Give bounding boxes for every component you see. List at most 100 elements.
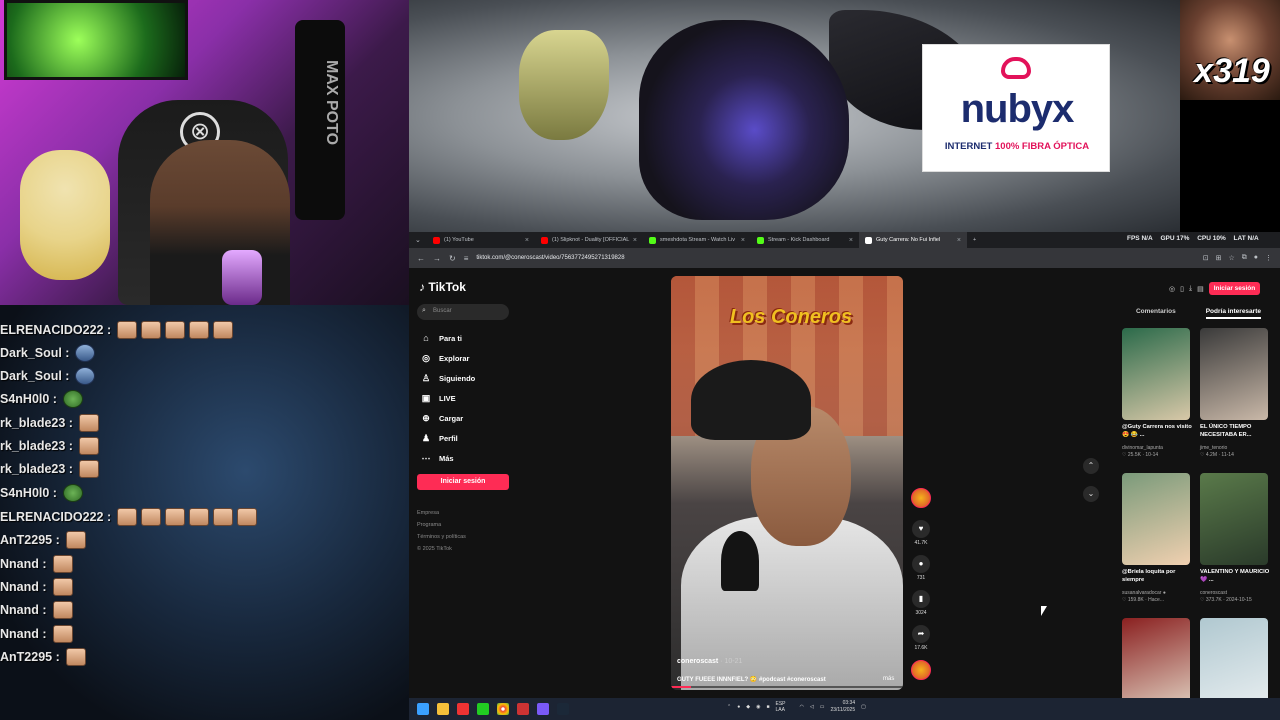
save-button[interactable]: ▮ 3024: [907, 590, 935, 616]
share-button[interactable]: ➦ 17.6K: [907, 625, 935, 651]
comment-button[interactable]: ● 731: [907, 555, 935, 581]
suggested-thumbnail[interactable]: [1200, 473, 1268, 565]
like-button[interactable]: ♥ 41.7K: [907, 520, 935, 546]
install-icon[interactable]: ⊡: [1203, 254, 1209, 262]
back-icon[interactable]: ←: [417, 254, 425, 263]
nav-item[interactable]: ⋯ Más: [421, 453, 454, 464]
media-player-icon[interactable]: [477, 703, 489, 715]
bookmark-star-icon[interactable]: ☆: [1228, 254, 1234, 262]
nav-item[interactable]: ♟ Perfil: [421, 433, 458, 444]
chat-emote: [213, 508, 234, 526]
suggested-thumbnail[interactable]: [1122, 618, 1190, 710]
login-button[interactable]: Iniciar sesión: [417, 474, 509, 490]
meme-overlay: x319: [1180, 0, 1280, 100]
footer-link[interactable]: Términos y políticas: [417, 534, 466, 540]
chat-emote: [52, 601, 73, 619]
browser-tab[interactable]: Stream - Kick Dashboard ×: [751, 232, 859, 248]
suggested-title[interactable]: @Guty Carrera nos visito 😍 😂 ...: [1122, 424, 1192, 439]
menu-icon[interactable]: ⋮: [1265, 254, 1272, 262]
chat-username: Nnand :: [0, 603, 47, 617]
download-icon[interactable]: ⤓: [1189, 285, 1192, 293]
suggested-thumbnail[interactable]: [1200, 618, 1268, 710]
suggested-title[interactable]: EL ÚNICO TIEMPO NECESITABA ER...: [1200, 424, 1270, 439]
forward-icon[interactable]: →: [433, 254, 441, 263]
tray-icon-3[interactable]: ◉: [756, 704, 760, 710]
reload-icon[interactable]: ↻: [449, 254, 456, 263]
tray-language[interactable]: ESP LAA: [776, 701, 794, 713]
tiktok-logo[interactable]: ♪ TikTok: [419, 280, 466, 294]
battery-icon[interactable]: ▭: [820, 704, 825, 710]
chat-emote: [117, 321, 138, 339]
site-info-icon[interactable]: ≡: [464, 254, 469, 263]
footer-link[interactable]: Empresa: [417, 510, 439, 516]
browser-tab[interactable]: (1) Slipknot - Duality [OFFICIAL ×: [535, 232, 643, 248]
browser-tab[interactable]: smeshdota Stream - Watch Liv ×: [643, 232, 751, 248]
coins-icon[interactable]: ◎: [1169, 285, 1175, 293]
previous-video-button[interactable]: ⌃: [1083, 458, 1099, 474]
suggested-title[interactable]: VALENTINO Y MAURICIO 💜 ...: [1200, 569, 1270, 584]
clock[interactable]: 03:34 23/11/2025: [830, 700, 855, 713]
video-player[interactable]: Los Coneros coneroscast · 10-21 GUTY FUE…: [671, 276, 903, 690]
start-icon[interactable]: [417, 703, 429, 715]
tray-chevron-icon[interactable]: ⌃: [727, 704, 731, 710]
nav-item[interactable]: ⊕ Cargar: [421, 413, 463, 424]
url-field[interactable]: tiktok.com/@coneroscast/video/7563772495…: [476, 255, 624, 261]
discord-icon[interactable]: [537, 703, 549, 715]
search-placeholder: Buscar: [433, 308, 452, 314]
tray-icon-2[interactable]: ◆: [746, 704, 750, 710]
nav-item[interactable]: ▣ LIVE: [421, 393, 456, 404]
chat-emotes: [117, 508, 258, 526]
wifi-icon[interactable]: ◠: [800, 704, 804, 710]
sound-disc-button[interactable]: [907, 660, 935, 680]
footer-link[interactable]: Programa: [417, 522, 441, 528]
volume-icon[interactable]: ◁: [810, 704, 814, 710]
login-button-top[interactable]: Iniciar sesión: [1208, 282, 1261, 295]
address-bar: ← → ↻ ≡ tiktok.com/@coneroscast/video/75…: [409, 248, 1280, 268]
next-video-button[interactable]: ⌄: [1083, 486, 1099, 502]
nav-item[interactable]: ◎ Explorar: [421, 353, 469, 364]
tray-icon-4[interactable]: ■: [766, 704, 769, 710]
tab-comments[interactable]: Comentarios: [1136, 308, 1176, 319]
tab-close-icon[interactable]: ×: [957, 237, 961, 244]
notification-icon[interactable]: ▢: [861, 704, 866, 710]
suggested-title[interactable]: @Briela loquita por siempre: [1122, 569, 1192, 584]
heart-icon: ♥: [912, 520, 930, 538]
profile-icon[interactable]: ●: [1254, 254, 1258, 262]
search-input[interactable]: ⌕ Buscar: [417, 304, 509, 320]
steam-icon[interactable]: [557, 703, 569, 715]
browser-tab[interactable]: (1) YouTube ×: [427, 232, 535, 248]
tab-close-icon[interactable]: ×: [849, 237, 853, 244]
tab-close-icon[interactable]: ×: [741, 237, 745, 244]
tab-label: (1) Slipknot - Duality [OFFICIAL: [552, 237, 630, 243]
extensions-icon[interactable]: ⧉: [1242, 254, 1247, 262]
chat-username: rk_blade23 :: [0, 416, 73, 430]
tray-icon-1[interactable]: ●: [737, 704, 740, 710]
suggested-thumbnail[interactable]: [1122, 473, 1190, 565]
inbox-icon[interactable]: ▤: [1197, 285, 1204, 293]
suggested-thumbnail[interactable]: [1122, 328, 1190, 420]
video-more-link[interactable]: más: [883, 676, 894, 682]
app-icon-red[interactable]: [457, 703, 469, 715]
suggested-thumbnail[interactable]: [1200, 328, 1268, 420]
nav-item[interactable]: ⌂ Para ti: [421, 333, 462, 343]
video-author[interactable]: coneroscast · 10-21: [677, 658, 742, 665]
chrome-icon[interactable]: [497, 703, 509, 715]
nav-item[interactable]: ♙ Siguiendo: [421, 373, 475, 384]
file-explorer-icon[interactable]: [437, 703, 449, 715]
device-icon[interactable]: ▯: [1180, 285, 1184, 293]
top-right-buttons: ◎ ▯ ⤓ ▤ Iniciar sesión: [1169, 282, 1261, 295]
tab-suggested[interactable]: Podría interesarte: [1205, 308, 1261, 319]
tab-close-icon[interactable]: ×: [525, 237, 529, 244]
translate-icon[interactable]: ⊞: [1216, 254, 1222, 262]
new-tab-button[interactable]: +: [967, 232, 983, 248]
tab-close-icon[interactable]: ×: [633, 237, 637, 244]
chat-emote: [189, 508, 210, 526]
chat-emote: [237, 508, 258, 526]
mouse-cursor: [1041, 606, 1047, 616]
tab-search-button[interactable]: ⌄: [409, 232, 427, 248]
video-progress-track[interactable]: [671, 686, 903, 688]
app-icon-2[interactable]: [517, 703, 529, 715]
browser-tab[interactable]: Guty Carrera: No Fui Infiel ×: [859, 232, 967, 248]
chat-username: S4nH0l0 :: [0, 392, 57, 406]
author-avatar-button[interactable]: [907, 488, 935, 508]
